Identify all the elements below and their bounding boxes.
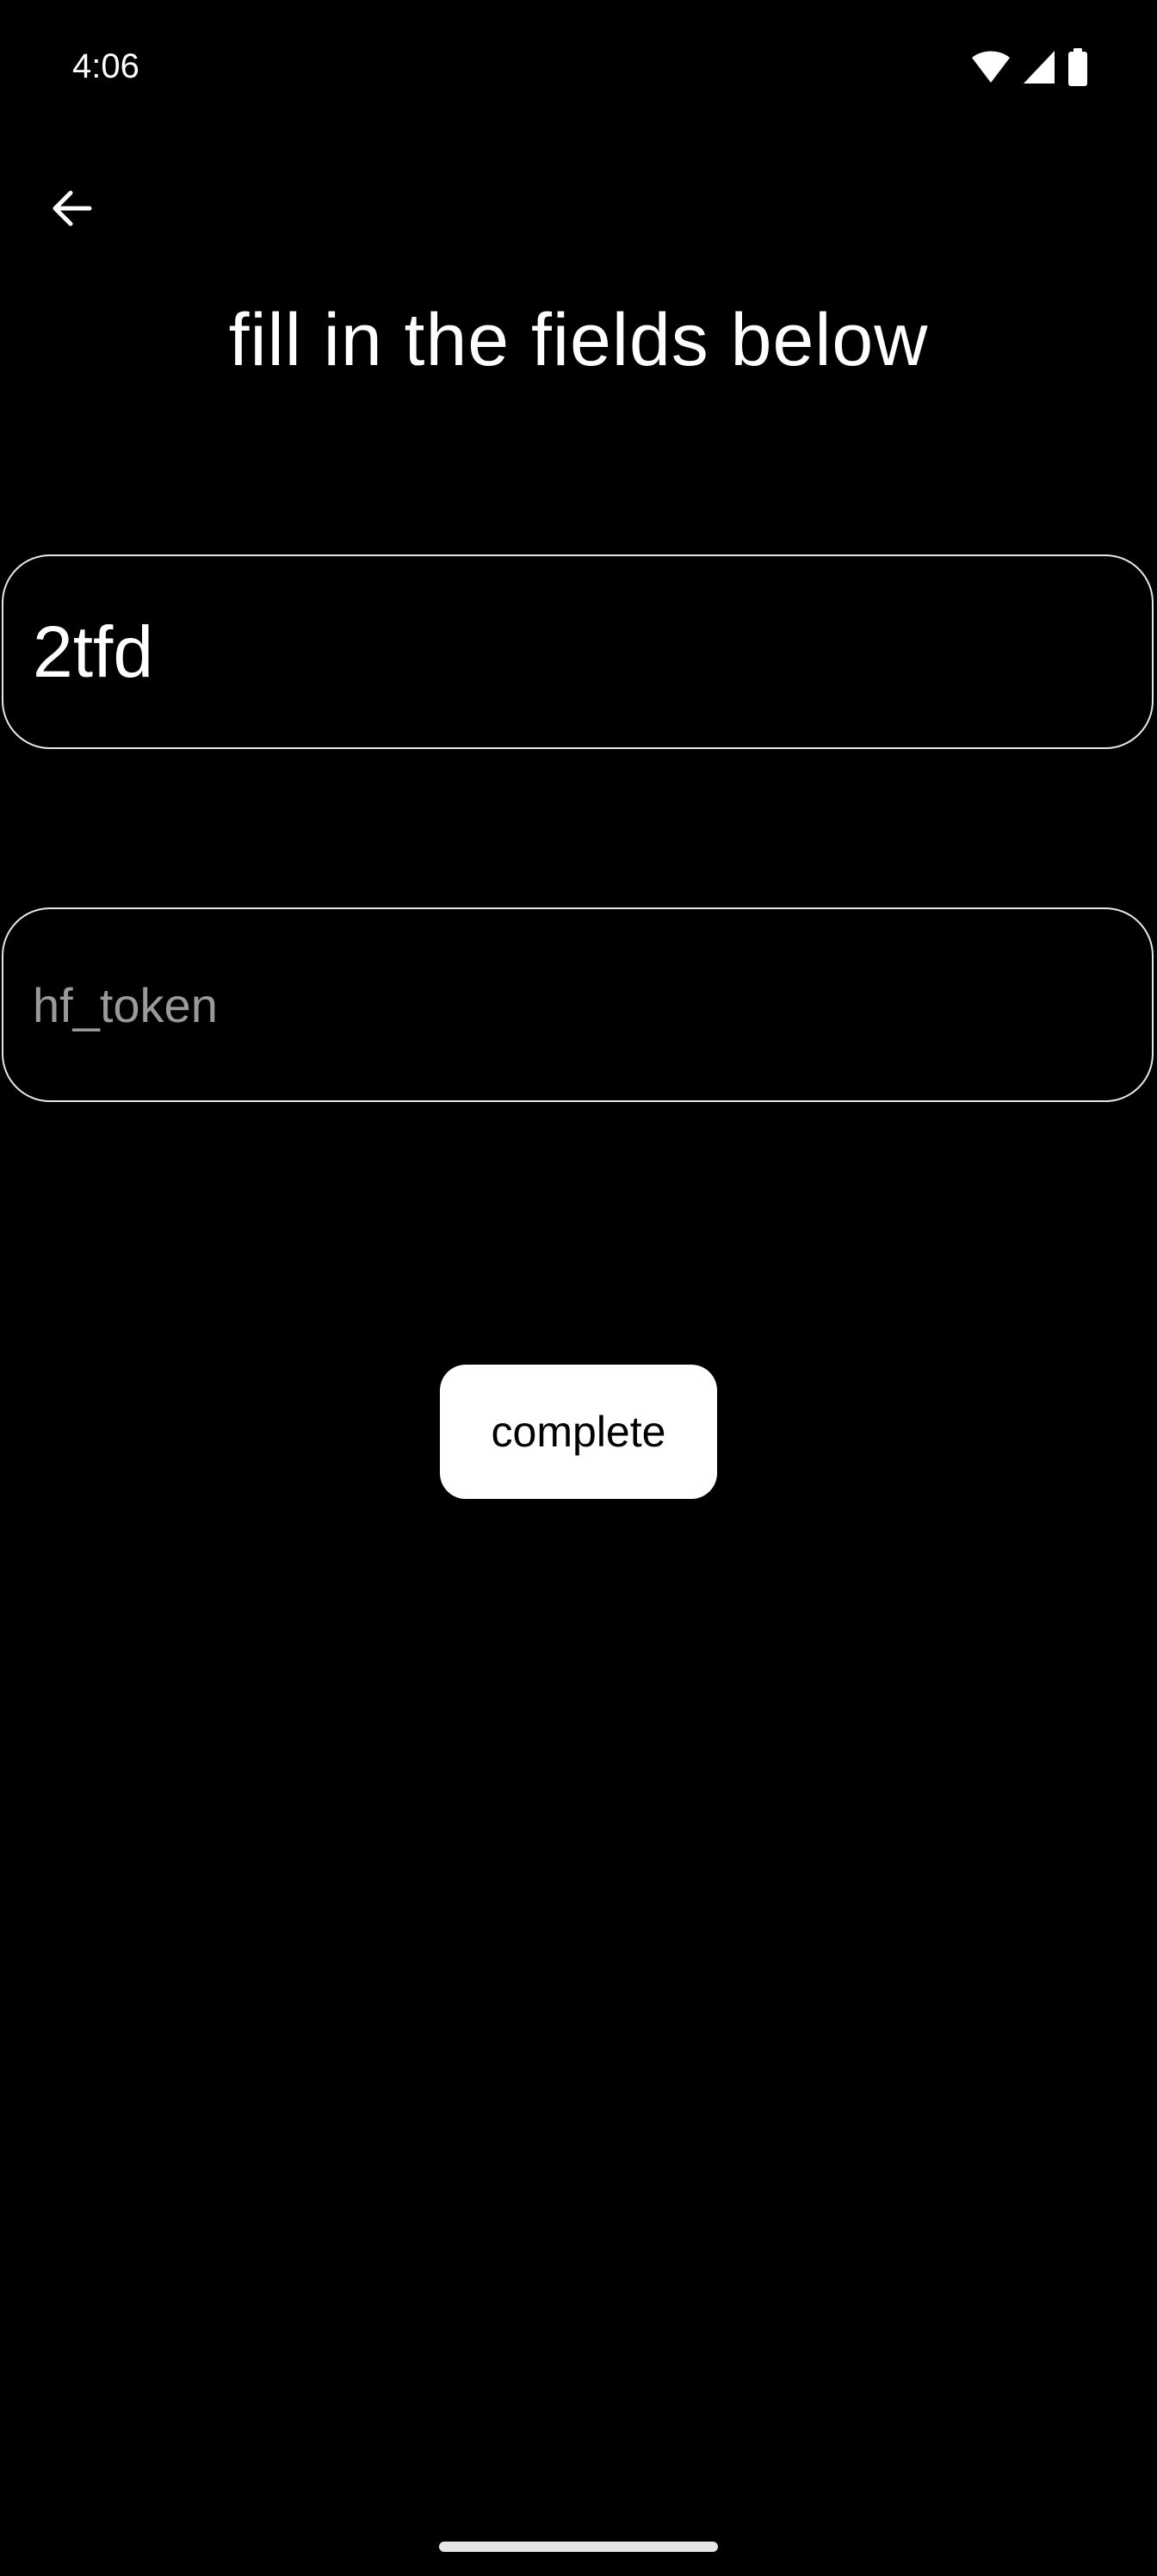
- name-input[interactable]: [33, 556, 1123, 747]
- wifi-icon: [971, 50, 1011, 89]
- complete-button[interactable]: complete: [440, 1365, 717, 1499]
- token-field[interactable]: [2, 907, 1154, 1102]
- status-bar: 4:06: [0, 0, 1157, 129]
- page-title: fill in the fields below: [228, 299, 929, 381]
- name-field[interactable]: [2, 554, 1154, 749]
- arrow-left-icon: [48, 184, 96, 237]
- home-indicator[interactable]: [439, 2542, 718, 2552]
- battery-icon: [1067, 48, 1088, 90]
- hf-token-input[interactable]: [33, 909, 1123, 1100]
- status-icons: [971, 48, 1088, 90]
- cell-signal-icon: [1023, 50, 1055, 89]
- back-button[interactable]: [41, 179, 103, 241]
- status-time: 4:06: [72, 47, 139, 85]
